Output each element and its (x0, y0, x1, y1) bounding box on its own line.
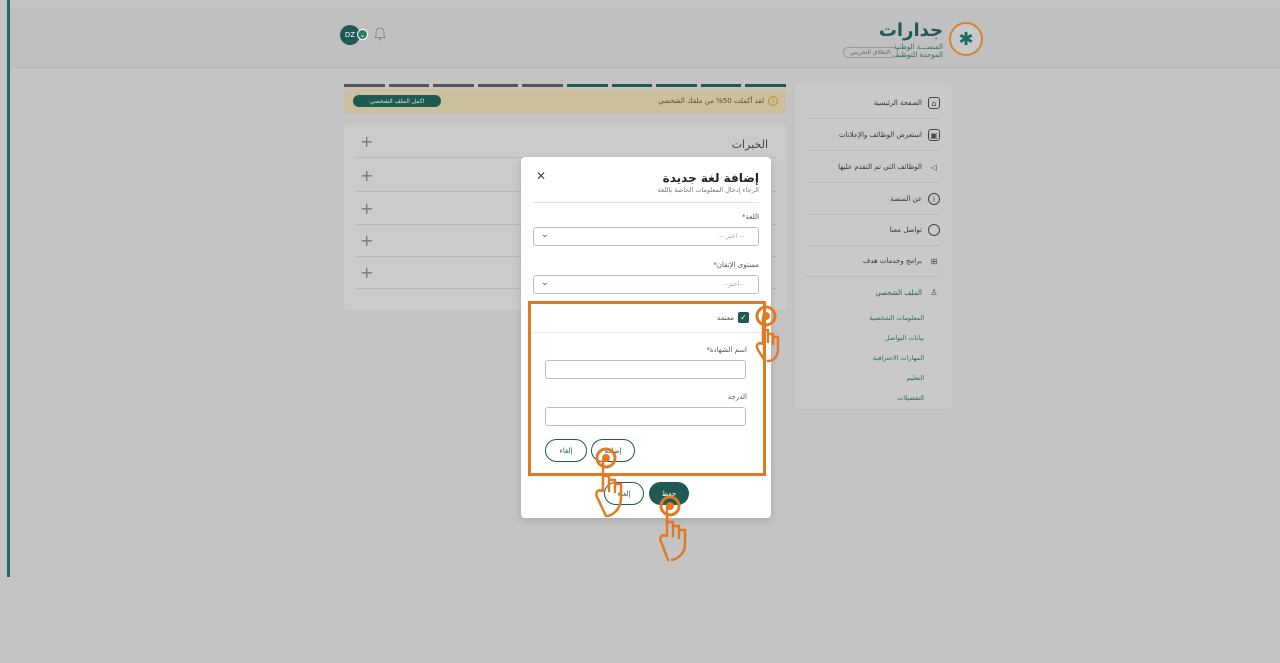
proficiency-select[interactable]: --اختر-- ⌄ (533, 275, 759, 294)
warning-icon: ! (768, 96, 778, 106)
click-indicator-icon (654, 494, 688, 562)
chevron-down-icon: ⌄ (541, 278, 549, 288)
sidebar-item-applied-jobs[interactable]: ◁ الوظائف التي تم التقدم عليها (807, 152, 940, 183)
complete-profile-button[interactable]: اكمل الملف الشخصي (353, 95, 441, 107)
sidebar-subitem-contact-data[interactable]: بيانات التواصل (885, 334, 924, 342)
sidebar-subitem-skills[interactable]: المهارات الاحترافية (873, 354, 924, 362)
chevron-down-icon: ⌄ (541, 230, 549, 240)
sidebar-item-profile[interactable]: ♙ الملف الشخصي (807, 277, 940, 308)
brand-name: جدارات (878, 20, 943, 41)
progress-segment (611, 84, 653, 87)
left-accent-stripe (7, 0, 10, 577)
divider (533, 202, 759, 203)
progress-segment (344, 84, 385, 87)
certificate-name-input[interactable] (545, 360, 746, 379)
click-indicator-icon (752, 304, 786, 363)
brand-logo[interactable]: ✱ جدارات المنصـــة الوطنية الموحدة للتوظ… (843, 20, 983, 60)
completion-text: لقد أكملت 50% من ملفك الشخصي (658, 97, 764, 105)
progress-segment (522, 84, 563, 87)
sidebar-subitem-personal-info[interactable]: المعلومات الشخصية (869, 314, 924, 322)
plus-icon[interactable]: + (360, 231, 373, 250)
certification-section: ✓ معتمد اسم الشهادة* الدرجة إضافة إلغاء (528, 301, 766, 476)
grade-label: الدرجة (727, 393, 747, 401)
sidebar-item-jobs[interactable]: ▣ استعرض الوظائف والإعلانات (807, 120, 940, 151)
certificate-name-label: اسم الشهادة* (706, 346, 747, 354)
sidebar-item-home[interactable]: ⌂ الصفحة الرئيسية (807, 88, 940, 119)
cancel-certificate-button[interactable]: إلغاء (545, 439, 587, 462)
progress-segment (745, 84, 786, 87)
language-placeholder: -- اختر -- (719, 232, 744, 240)
top-bar: ✱ جدارات المنصـــة الوطنية الموحدة للتوظ… (10, 8, 1280, 68)
progress-segment (567, 84, 608, 87)
plus-icon[interactable]: + (360, 263, 373, 282)
plus-icon[interactable]: + (360, 199, 373, 218)
divider (531, 332, 763, 333)
proficiency-label: مستوى الإتقان* (713, 261, 759, 269)
certified-checkbox[interactable]: ✓ (738, 312, 749, 323)
brand-subtitle: المنصـــة الوطنية الموحدة للتوظيف (892, 43, 943, 59)
progress-segment (433, 84, 474, 87)
modal-subtitle: الرجاء إدخال المعلومات الخاصة باللغة (657, 186, 759, 194)
grid-icon: ⊞ (930, 256, 938, 266)
progress-segment (700, 84, 742, 87)
beta-badge: الإطلاق التجريبي (843, 47, 898, 58)
briefcase-icon: ▣ (928, 129, 940, 141)
language-select[interactable]: -- اختر -- ⌄ (533, 227, 759, 246)
click-indicator-icon (590, 446, 624, 518)
chevron-down-icon[interactable]: ⌄ (357, 29, 368, 40)
modal-title: إضافة لغة جديدة (662, 171, 759, 185)
list-item[interactable]: + (356, 126, 776, 158)
grade-input[interactable] (545, 407, 746, 426)
certified-label: معتمد (717, 313, 734, 322)
send-icon: ◁ (930, 162, 938, 172)
proficiency-placeholder: --اختر-- (723, 280, 744, 288)
brand-emblem-icon: ✱ (949, 22, 983, 56)
progress-segment (477, 84, 519, 87)
bell-icon[interactable] (374, 27, 386, 41)
sidebar: ⌂ الصفحة الرئيسية ▣ استعرض الوظائف والإع… (795, 84, 952, 409)
progress-segment (388, 84, 430, 87)
close-icon[interactable]: ✕ (536, 169, 546, 183)
profile-completion-banner: ! لقد أكملت 50% من ملفك الشخصي اكمل المل… (344, 89, 786, 113)
sidebar-item-about[interactable]: i عن المنصة (807, 184, 940, 215)
plus-icon[interactable]: + (360, 166, 373, 185)
info-icon: i (928, 193, 940, 205)
sidebar-item-programs[interactable]: ⊞ برامج وخدمات هدف (807, 246, 940, 277)
user-icon: ♙ (930, 288, 938, 297)
language-label: اللغة* (741, 213, 759, 221)
plus-icon[interactable]: + (360, 132, 373, 151)
sidebar-subitem-preferences[interactable]: التفضيلات (897, 394, 924, 402)
sidebar-subitem-education[interactable]: التعليم (907, 374, 924, 382)
sidebar-item-contact[interactable]: تواصل معنا (807, 215, 940, 246)
home-icon: ⌂ (928, 97, 940, 109)
chat-icon (928, 224, 940, 236)
progress-segment (656, 84, 697, 87)
